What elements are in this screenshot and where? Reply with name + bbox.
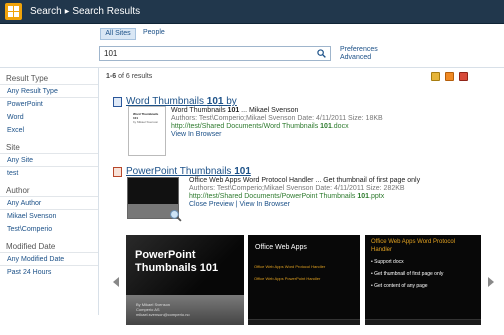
slide-title-line: Office Web Apps Word Protocol [371,239,456,245]
breadcrumb-separator-icon: ▶ [64,9,70,15]
refiner-title: Site [0,142,98,154]
next-slide-arrow-icon[interactable] [488,277,494,287]
word-thumbnail[interactable]: Word Thumbnails 101 by Mikael Svenson [128,106,166,156]
refiner-item[interactable]: Test\Comperio [0,223,98,236]
slide-title: Office Web Apps Word Protocol Handler [371,238,455,254]
slide-1[interactable]: PowerPoint Thumbnails 101 By Mikael Sven… [126,235,244,325]
slide-bullet: • Support docx [371,259,404,265]
thumbnail-subtitle: by Mikael Svenson [133,120,159,124]
powerpoint-thumbnail[interactable] [127,177,182,222]
result-metadata: Authors: Test\Comperio;Mikael Svenson Da… [189,185,405,192]
breadcrumb-current: Search Results [72,6,141,17]
title-highlight: 101 [234,166,251,177]
slide-title-line: Handler [371,247,393,253]
search-icon[interactable] [317,49,326,58]
previous-slide-arrow-icon[interactable] [113,277,119,287]
refiner-item[interactable]: Any Result Type [0,85,98,98]
url-text: .docx [331,123,349,130]
powerpoint-doc-icon [113,167,122,177]
word-doc-icon [113,97,122,107]
title-text: PowerPoint Thumbnails [126,166,235,177]
refiner-item[interactable]: test [0,167,98,180]
preferences-link[interactable]: Preferences [340,46,378,54]
search-options: Preferences Advanced [340,46,378,62]
refiner-item[interactable]: Any Modified Date [0,253,98,266]
slide-title: PowerPoint Thumbnails 101 [135,249,218,275]
slide-body: • Support docx • Get thumbnail of first … [371,256,443,292]
refiner-item[interactable]: Mikael Svenson [0,210,98,223]
scope-all-sites[interactable]: All Sites [100,28,136,40]
close-preview-link[interactable]: Close Preview [189,201,234,208]
slide-footer-stripe [365,319,481,325]
slide-footer-stripe [248,319,360,325]
summary-text: ... Mikael Svenson [239,107,299,114]
slide-preview-strip: PowerPoint Thumbnails 101 By Mikael Sven… [113,235,494,325]
refiner-item[interactable]: Past 24 Hours [0,266,98,279]
scope-people[interactable]: People [143,29,165,36]
magnifier-icon[interactable] [169,209,182,222]
refiner-result-type: Result Type Any Result Type PowerPoint W… [0,73,98,137]
sharepoint-logo-icon[interactable] [5,3,22,20]
search-input[interactable] [100,47,305,60]
rss-icon[interactable] [445,72,454,81]
thumbnail-title: Word Thumbnails 101 [133,112,159,120]
alert-me-icon[interactable] [431,72,440,81]
refiner-author: Author Any Author Mikael Svenson Test\Co… [0,185,98,236]
search-box [99,46,331,61]
search-from-windows-icon[interactable] [459,72,468,81]
refiner-item[interactable]: PowerPoint [0,98,98,111]
url-text: http://test/Shared Documents/PowerPoint … [189,193,358,200]
breadcrumb-search[interactable]: Search [30,6,62,17]
result-url[interactable]: http://test/Shared Documents/PowerPoint … [189,193,384,200]
slide-2[interactable]: Office Web Apps Office Web Apps Word Pro… [248,235,360,325]
slide-bullet: Office Web Apps Word Protocol Handler [254,264,326,269]
refiner-item[interactable]: Excel [0,124,98,137]
result-url[interactable]: http://test/Shared Documents/Word Thumbn… [171,123,349,130]
refiner-title: Modified Date [0,241,98,253]
slide-3[interactable]: Office Web Apps Word Protocol Handler • … [365,235,481,325]
slide-bullet: Office Web Apps PowerPoint Handler [254,276,321,281]
slide-title-text: Thumbnails [135,262,200,274]
title-highlight: 101 [206,96,224,107]
result-summary: Word Thumbnails 101 ... Mikael Svenson [171,107,298,114]
view-in-browser-link[interactable]: View In Browser [239,201,289,208]
slide-title-line: Thumbnails 101 [135,262,218,275]
refinement-panel: Result Type Any Result Type PowerPoint W… [0,68,99,315]
result-count: 1-6 of 6 results [106,73,152,80]
breadcrumb: Search ▶ Search Results [30,6,140,17]
url-highlight: 101 [320,123,332,130]
refiner-item[interactable]: Any Author [0,197,98,210]
url-text: http://test/Shared Documents/Word Thumbn… [171,123,321,130]
url-text: .pptx [369,193,385,200]
slide-body: Office Web Apps Word Protocol Handler Of… [254,261,325,285]
top-bar: Search ▶ Search Results [0,0,504,24]
slide-bullet: • Get thumbnail of first page only [371,271,444,277]
slide-bullet: • Get content of any page [371,283,428,289]
refiner-item[interactable]: Word [0,111,98,124]
slide-subtitle-line: mikael.svenson@comperio.no [136,312,190,317]
advanced-link[interactable]: Advanced [340,54,378,62]
result-metadata: Authors: Test\Comperio;Mikael Svenson Da… [171,115,383,122]
refiner-title: Result Type [0,73,98,85]
result-links: Close Preview | View In Browser [189,201,290,208]
refiner-modified-date: Modified Date Any Modified Date Past 24 … [0,241,98,279]
refiner-title: Author [0,185,98,197]
slide-title-number: 101 [199,262,219,274]
url-highlight: 101 [357,193,370,200]
slide-title-line: PowerPoint [135,249,196,261]
slide-subtitle: By Mikael Svenson Comperio AS mikael.sve… [136,302,190,317]
result-title-link[interactable]: PowerPoint Thumbnails 101 [126,166,251,177]
refiner-item[interactable]: Any Site [0,154,98,167]
title-text: by [223,96,237,107]
result-summary: Office Web Apps Word Protocol Handler ..… [189,177,421,184]
slide-title: Office Web Apps [255,244,307,251]
summary-text: Word Thumbnails [171,107,228,114]
result-total: of 6 results [116,73,153,80]
view-in-browser-link[interactable]: View In Browser [171,131,221,138]
summary-highlight: 101 [227,107,240,114]
refiner-site: Site Any Site test [0,142,98,180]
result-range: 1-6 [106,73,117,80]
result-actions [431,72,473,83]
